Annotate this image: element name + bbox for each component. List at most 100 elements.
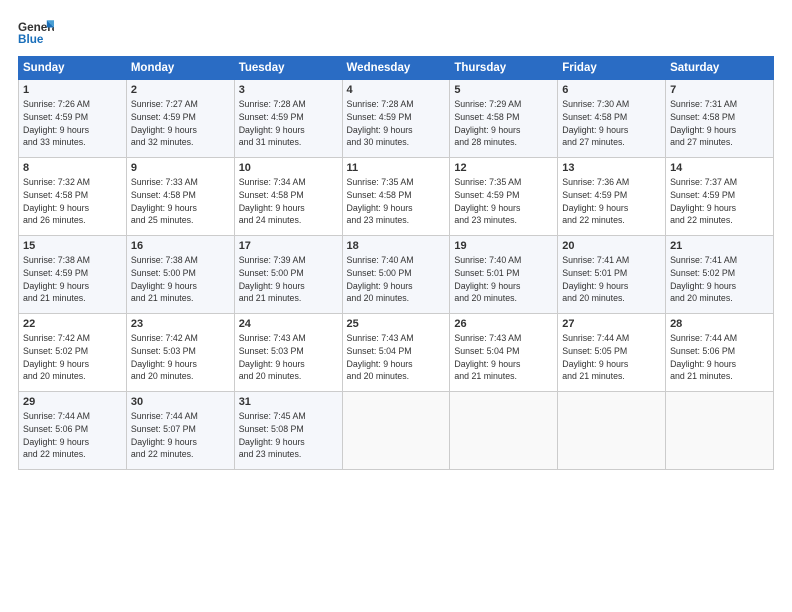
day-info: Sunrise: 7:30 AM Sunset: 4:58 PM Dayligh…	[562, 98, 661, 149]
day-number: 18	[347, 240, 446, 252]
day-info: Sunrise: 7:44 AM Sunset: 5:06 PM Dayligh…	[670, 332, 769, 383]
day-number: 30	[131, 396, 230, 408]
day-info: Sunrise: 7:38 AM Sunset: 4:59 PM Dayligh…	[23, 254, 122, 305]
calendar-cell: 5 Sunrise: 7:29 AM Sunset: 4:58 PM Daylig…	[450, 80, 558, 158]
calendar-cell: 7 Sunrise: 7:31 AM Sunset: 4:58 PM Daylig…	[666, 80, 774, 158]
calendar-cell: 23 Sunrise: 7:42 AM Sunset: 5:03 PM Dayli…	[126, 314, 234, 392]
day-number: 21	[670, 240, 769, 252]
day-number: 31	[239, 396, 338, 408]
day-number: 6	[562, 84, 661, 96]
day-number: 23	[131, 318, 230, 330]
day-header-saturday: Saturday	[666, 57, 774, 80]
day-number: 29	[23, 396, 122, 408]
day-info: Sunrise: 7:32 AM Sunset: 4:58 PM Dayligh…	[23, 176, 122, 227]
day-number: 22	[23, 318, 122, 330]
header-row-days: SundayMondayTuesdayWednesdayThursdayFrid…	[19, 57, 774, 80]
day-info: Sunrise: 7:27 AM Sunset: 4:59 PM Dayligh…	[131, 98, 230, 149]
calendar-cell: 26Sunrise: 7:43 AM Sunset: 5:04 PM Dayli…	[450, 314, 558, 392]
calendar-cell: 8 Sunrise: 7:32 AM Sunset: 4:58 PM Daylig…	[19, 158, 127, 236]
calendar-week-2: 8 Sunrise: 7:32 AM Sunset: 4:58 PM Daylig…	[19, 158, 774, 236]
calendar-cell: 31 Sunrise: 7:45 AM Sunset: 5:08 PM Dayli…	[234, 392, 342, 470]
svg-text:Blue: Blue	[18, 33, 44, 46]
page-container: General Blue SundayMondayTuesdayWednesda…	[0, 0, 792, 482]
calendar-week-3: 15Sunrise: 7:38 AM Sunset: 4:59 PM Dayli…	[19, 236, 774, 314]
day-number: 17	[239, 240, 338, 252]
day-info: Sunrise: 7:45 AM Sunset: 5:08 PM Dayligh…	[239, 410, 338, 461]
day-info: Sunrise: 7:44 AM Sunset: 5:05 PM Dayligh…	[562, 332, 661, 383]
calendar-cell: 14Sunrise: 7:37 AM Sunset: 4:59 PM Dayli…	[666, 158, 774, 236]
day-info: Sunrise: 7:31 AM Sunset: 4:58 PM Dayligh…	[670, 98, 769, 149]
day-number: 3	[239, 84, 338, 96]
day-number: 26	[454, 318, 553, 330]
day-number: 14	[670, 162, 769, 174]
calendar-cell	[342, 392, 450, 470]
day-number: 28	[670, 318, 769, 330]
day-number: 20	[562, 240, 661, 252]
calendar-cell: 1Sunrise: 7:26 AM Sunset: 4:59 PM Daylig…	[19, 80, 127, 158]
day-number: 25	[347, 318, 446, 330]
day-info: Sunrise: 7:35 AM Sunset: 4:58 PM Dayligh…	[347, 176, 446, 227]
day-info: Sunrise: 7:29 AM Sunset: 4:58 PM Dayligh…	[454, 98, 553, 149]
calendar-cell: 6 Sunrise: 7:30 AM Sunset: 4:58 PM Daylig…	[558, 80, 666, 158]
day-header-sunday: Sunday	[19, 57, 127, 80]
calendar-cell: 24Sunrise: 7:43 AM Sunset: 5:03 PM Dayli…	[234, 314, 342, 392]
calendar-cell: 13Sunrise: 7:36 AM Sunset: 4:59 PM Dayli…	[558, 158, 666, 236]
day-info: Sunrise: 7:38 AM Sunset: 5:00 PM Dayligh…	[131, 254, 230, 305]
calendar-cell: 30 Sunrise: 7:44 AM Sunset: 5:07 PM Dayli…	[126, 392, 234, 470]
calendar-cell	[666, 392, 774, 470]
day-info: Sunrise: 7:33 AM Sunset: 4:58 PM Dayligh…	[131, 176, 230, 227]
day-info: Sunrise: 7:42 AM Sunset: 5:02 PM Dayligh…	[23, 332, 122, 383]
calendar-cell: 12 Sunrise: 7:35 AM Sunset: 4:59 PM Dayli…	[450, 158, 558, 236]
day-info: Sunrise: 7:41 AM Sunset: 5:01 PM Dayligh…	[562, 254, 661, 305]
calendar-cell: 19 Sunrise: 7:40 AM Sunset: 5:01 PM Dayli…	[450, 236, 558, 314]
day-info: Sunrise: 7:44 AM Sunset: 5:07 PM Dayligh…	[131, 410, 230, 461]
day-info: Sunrise: 7:39 AM Sunset: 5:00 PM Dayligh…	[239, 254, 338, 305]
calendar-table: SundayMondayTuesdayWednesdayThursdayFrid…	[18, 56, 774, 470]
calendar-cell: 11 Sunrise: 7:35 AM Sunset: 4:58 PM Dayli…	[342, 158, 450, 236]
calendar-cell: 25 Sunrise: 7:43 AM Sunset: 5:04 PM Dayli…	[342, 314, 450, 392]
day-info: Sunrise: 7:42 AM Sunset: 5:03 PM Dayligh…	[131, 332, 230, 383]
day-number: 8	[23, 162, 122, 174]
day-info: Sunrise: 7:43 AM Sunset: 5:04 PM Dayligh…	[347, 332, 446, 383]
day-info: Sunrise: 7:41 AM Sunset: 5:02 PM Dayligh…	[670, 254, 769, 305]
day-header-tuesday: Tuesday	[234, 57, 342, 80]
day-header-monday: Monday	[126, 57, 234, 80]
day-header-thursday: Thursday	[450, 57, 558, 80]
day-info: Sunrise: 7:28 AM Sunset: 4:59 PM Dayligh…	[239, 98, 338, 149]
calendar-cell: 16 Sunrise: 7:38 AM Sunset: 5:00 PM Dayli…	[126, 236, 234, 314]
calendar-cell: 4Sunrise: 7:28 AM Sunset: 4:59 PM Daylig…	[342, 80, 450, 158]
calendar-cell: 20 Sunrise: 7:41 AM Sunset: 5:01 PM Dayli…	[558, 236, 666, 314]
calendar-cell: 27 Sunrise: 7:44 AM Sunset: 5:05 PM Dayli…	[558, 314, 666, 392]
calendar-cell: 22 Sunrise: 7:42 AM Sunset: 5:02 PM Dayli…	[19, 314, 127, 392]
day-header-friday: Friday	[558, 57, 666, 80]
calendar-cell	[558, 392, 666, 470]
calendar-cell: 17 Sunrise: 7:39 AM Sunset: 5:00 PM Dayli…	[234, 236, 342, 314]
day-number: 9	[131, 162, 230, 174]
logo-icon: General Blue	[18, 18, 54, 46]
day-info: Sunrise: 7:28 AM Sunset: 4:59 PM Dayligh…	[347, 98, 446, 149]
calendar-cell: 10Sunrise: 7:34 AM Sunset: 4:58 PM Dayli…	[234, 158, 342, 236]
day-number: 27	[562, 318, 661, 330]
day-number: 10	[239, 162, 338, 174]
calendar-cell: 29Sunrise: 7:44 AM Sunset: 5:06 PM Dayli…	[19, 392, 127, 470]
day-number: 16	[131, 240, 230, 252]
day-header-wednesday: Wednesday	[342, 57, 450, 80]
day-number: 5	[454, 84, 553, 96]
calendar-cell: 18Sunrise: 7:40 AM Sunset: 5:00 PM Dayli…	[342, 236, 450, 314]
header-row: General Blue	[18, 18, 774, 46]
calendar-cell: 3 Sunrise: 7:28 AM Sunset: 4:59 PM Daylig…	[234, 80, 342, 158]
day-info: Sunrise: 7:40 AM Sunset: 5:01 PM Dayligh…	[454, 254, 553, 305]
day-number: 12	[454, 162, 553, 174]
calendar-cell: 15Sunrise: 7:38 AM Sunset: 4:59 PM Dayli…	[19, 236, 127, 314]
day-number: 24	[239, 318, 338, 330]
calendar-week-5: 29Sunrise: 7:44 AM Sunset: 5:06 PM Dayli…	[19, 392, 774, 470]
day-number: 11	[347, 162, 446, 174]
calendar-cell: 21 Sunrise: 7:41 AM Sunset: 5:02 PM Dayli…	[666, 236, 774, 314]
calendar-week-4: 22 Sunrise: 7:42 AM Sunset: 5:02 PM Dayli…	[19, 314, 774, 392]
day-info: Sunrise: 7:26 AM Sunset: 4:59 PM Dayligh…	[23, 98, 122, 149]
day-number: 19	[454, 240, 553, 252]
day-info: Sunrise: 7:36 AM Sunset: 4:59 PM Dayligh…	[562, 176, 661, 227]
day-info: Sunrise: 7:35 AM Sunset: 4:59 PM Dayligh…	[454, 176, 553, 227]
day-number: 2	[131, 84, 230, 96]
day-number: 7	[670, 84, 769, 96]
